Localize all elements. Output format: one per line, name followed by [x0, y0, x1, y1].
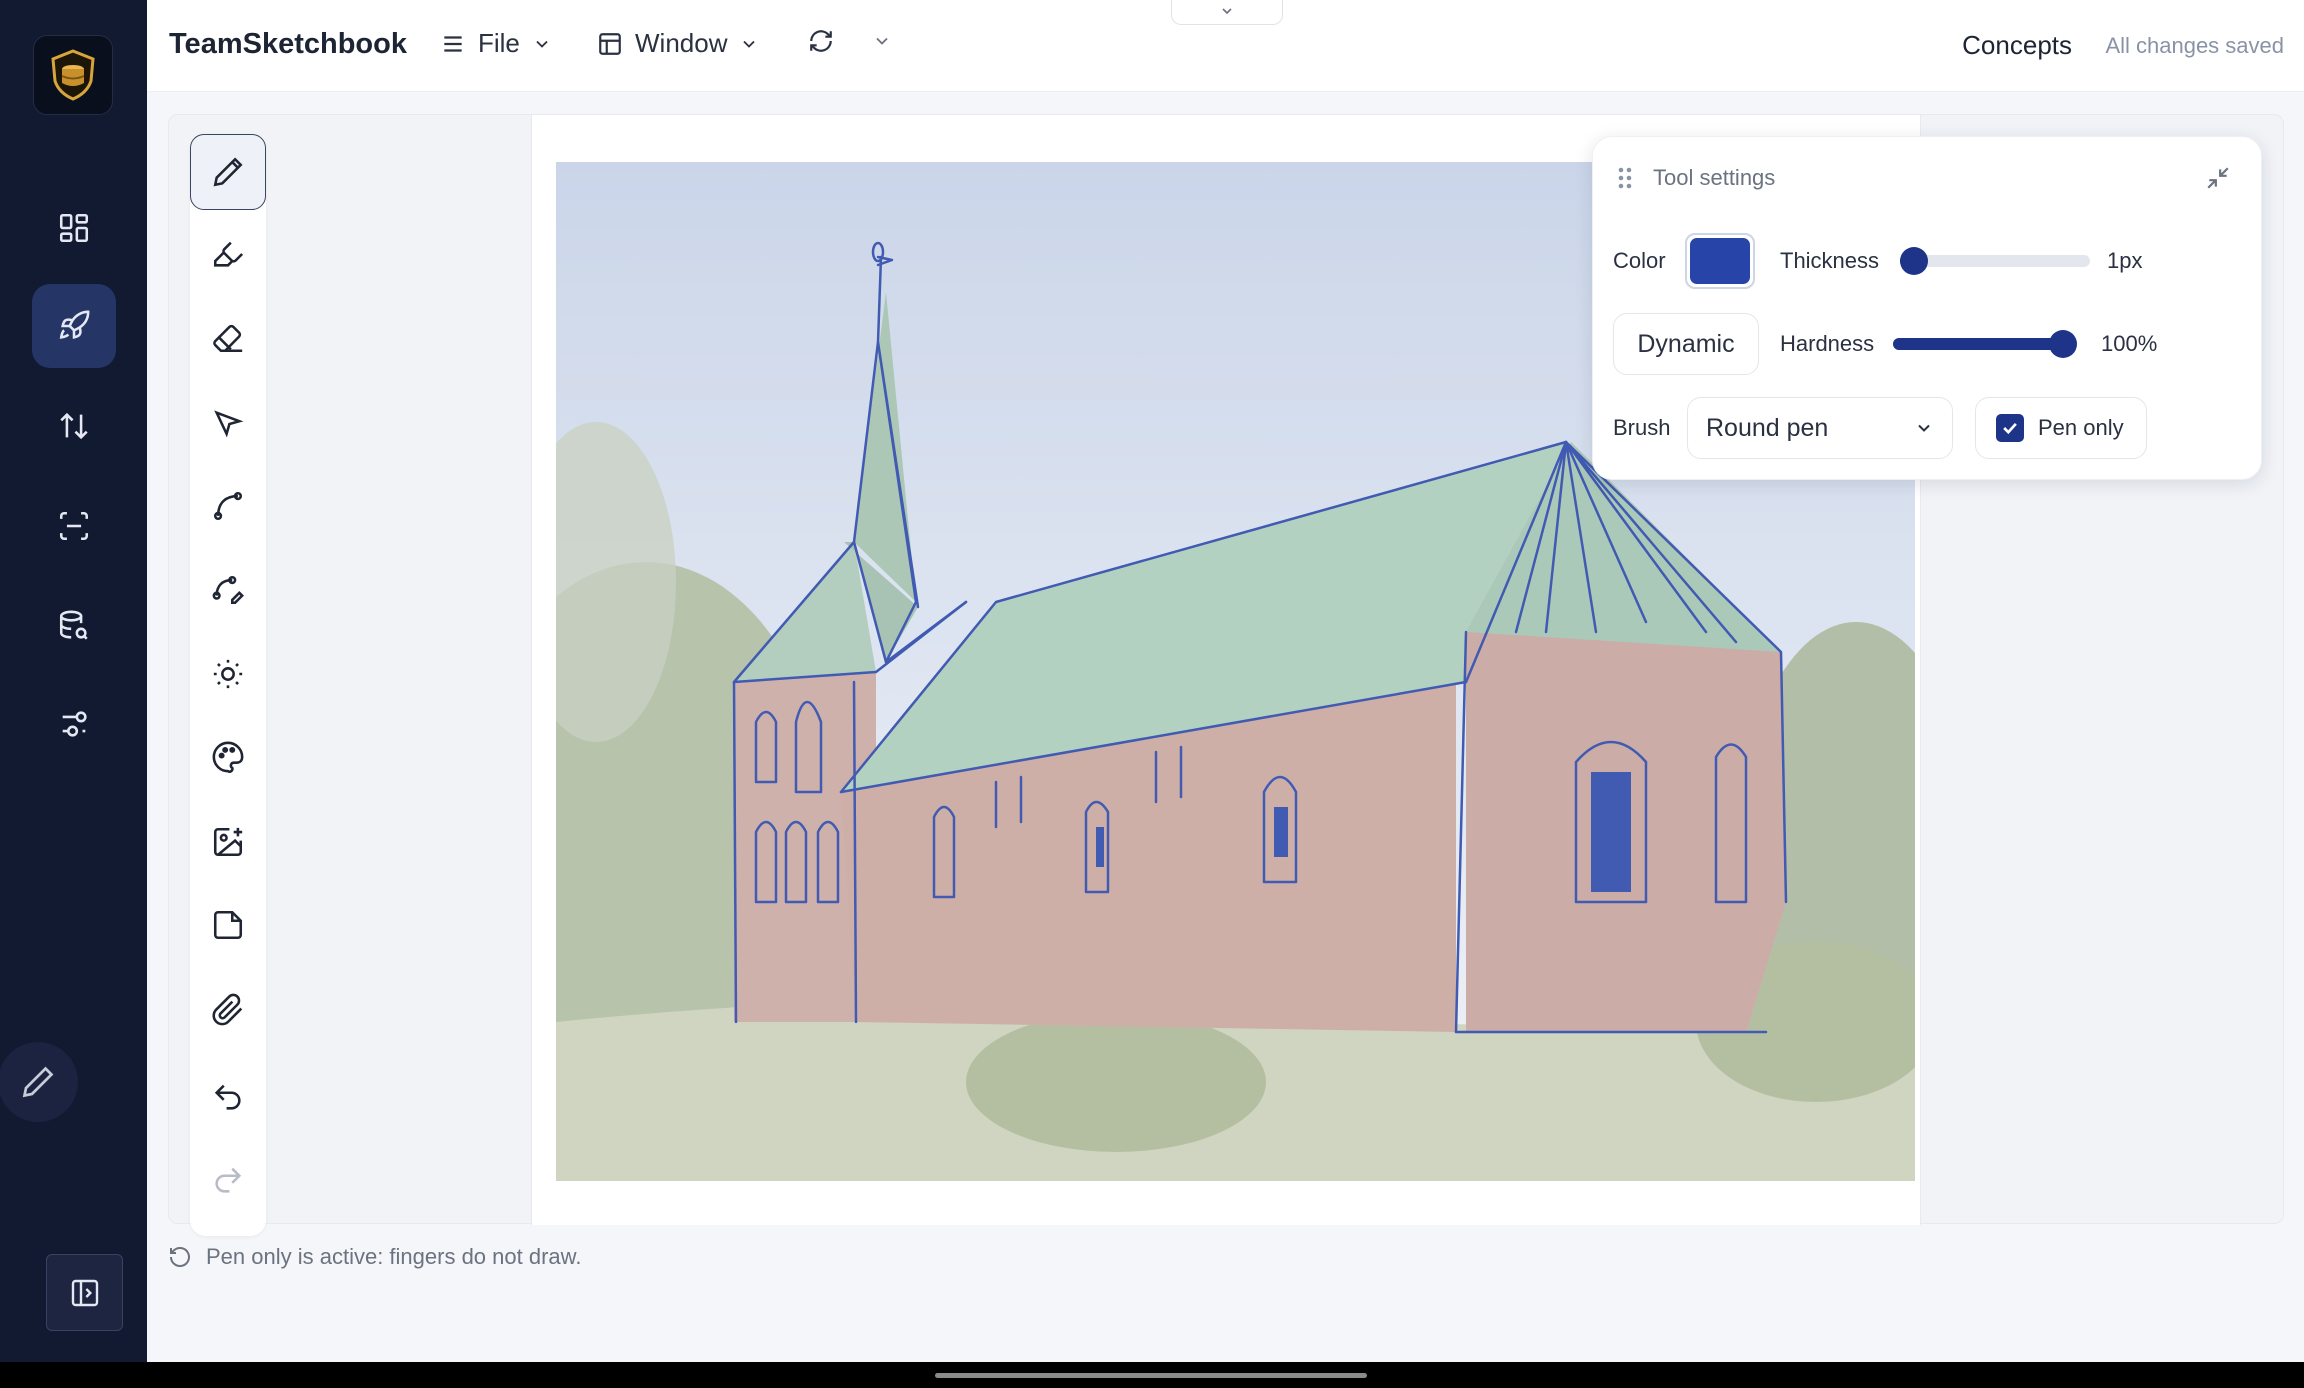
- panel-title: Tool settings: [1653, 165, 1776, 190]
- thickness-slider[interactable]: [1900, 247, 2090, 275]
- sync-button[interactable]: [808, 28, 892, 54]
- rocket-icon: [59, 310, 90, 339]
- palette-tool[interactable]: [190, 719, 266, 795]
- redo-icon: [215, 1167, 242, 1193]
- collapse-panel-button[interactable]: [2205, 165, 2231, 196]
- chevron-down-icon: [743, 40, 756, 48]
- chevron-down-icon: [536, 40, 548, 48]
- color-label: Color: [1613, 248, 1666, 273]
- add-image-tool[interactable]: [190, 804, 266, 880]
- pen-icon: [22, 1066, 54, 1098]
- drawing-toolbar: [190, 134, 266, 1236]
- pen-mode-button[interactable]: [0, 1042, 78, 1122]
- pen-only-label: Pen only: [2038, 415, 2124, 440]
- app-window: TeamSketchbook File Window Concepts All …: [0, 0, 2304, 1362]
- left-navigation: [0, 0, 147, 1362]
- sidebar-toggle-button[interactable]: [46, 1254, 123, 1331]
- drag-handle-icon[interactable]: [1615, 165, 1635, 191]
- pencil-tool[interactable]: [190, 134, 266, 210]
- undo-icon: [214, 1084, 241, 1110]
- pull-down-tab[interactable]: [1171, 0, 1283, 25]
- layout-icon: [599, 32, 621, 55]
- curve-edit-icon: [212, 575, 244, 605]
- hardness-slider-knob[interactable]: [2049, 330, 2077, 358]
- project-name[interactable]: Concepts: [1962, 30, 2072, 61]
- tool-settings-panel: Tool settings Color Thickness 1px Dynami…: [1592, 136, 2262, 480]
- eraser-tool[interactable]: [190, 300, 266, 376]
- hardness-value: 100%: [2101, 331, 2158, 356]
- nav-transfer[interactable]: [32, 384, 116, 468]
- nav-dashboard[interactable]: [32, 186, 116, 270]
- chevron-down-icon: [1222, 8, 1232, 15]
- select-pointer-tool[interactable]: [190, 386, 266, 462]
- thickness-value: 1px: [2107, 248, 2143, 273]
- window-menu[interactable]: Window: [597, 28, 759, 59]
- sidebar-toggle-icon: [71, 1279, 98, 1306]
- pointer-icon: [214, 410, 244, 438]
- rotate-ccw-icon: [170, 1247, 190, 1267]
- color-swatch-fill: [1690, 238, 1750, 284]
- pencil-icon: [213, 157, 243, 187]
- dynamic-button[interactable]: Dynamic: [1613, 313, 1759, 375]
- shield-logo-icon: [51, 49, 95, 101]
- color-swatch[interactable]: [1685, 233, 1755, 289]
- window-menu-label: Window: [635, 28, 728, 58]
- status-bar: Pen only is active: fingers do not draw.: [168, 1244, 581, 1270]
- home-indicator-bar: [0, 1362, 2304, 1388]
- chevron-down-icon[interactable]: [872, 31, 892, 51]
- hardness-label: Hardness: [1780, 331, 1875, 356]
- dynamic-button-label: Dynamic: [1637, 329, 1735, 358]
- highlighter-icon: [213, 241, 244, 267]
- paperclip-icon: [212, 993, 243, 1026]
- hardness-slider[interactable]: [1893, 330, 2077, 358]
- thickness-slider-knob[interactable]: [1900, 247, 1928, 275]
- sticky-note-tool[interactable]: [190, 887, 266, 963]
- checkmark-icon: [2003, 422, 2017, 435]
- pen-only-checkbox[interactable]: [1996, 414, 2024, 442]
- minimize-icon: [2207, 167, 2229, 189]
- hardness-slider-fill: [1893, 338, 2063, 350]
- refresh-icon: [810, 30, 832, 52]
- image-plus-icon: [213, 827, 243, 857]
- database-search-icon: [59, 610, 88, 640]
- app-title: TeamSketchbook: [169, 28, 407, 60]
- sliders-icon: [62, 711, 87, 737]
- curve-edit-tool[interactable]: [190, 552, 266, 628]
- sort-arrows-icon: [60, 412, 88, 440]
- undo-tool[interactable]: [190, 1059, 266, 1135]
- highlighter-tool[interactable]: [190, 216, 266, 292]
- scan-icon: [59, 511, 89, 541]
- palette-icon: [212, 741, 244, 773]
- curve-tool[interactable]: [190, 468, 266, 544]
- file-menu-label: File: [478, 28, 520, 58]
- nav-launch[interactable]: [32, 284, 116, 368]
- brush-label: Brush: [1613, 415, 1671, 440]
- sticky-note-icon: [213, 910, 243, 940]
- pen-only-toggle[interactable]: Pen only: [1975, 397, 2147, 459]
- app-logo[interactable]: [33, 35, 113, 115]
- attachment-tool[interactable]: [190, 972, 266, 1048]
- eraser-icon: [213, 324, 243, 353]
- chevron-down-icon: [1918, 424, 1930, 432]
- nav-database[interactable]: [32, 584, 116, 668]
- top-header: TeamSketchbook File Window Concepts All …: [147, 0, 2304, 92]
- redo-tool[interactable]: [190, 1142, 266, 1218]
- file-menu[interactable]: File: [440, 28, 552, 59]
- panel-header[interactable]: Tool settings: [1615, 165, 1775, 191]
- save-status: All changes saved: [2105, 33, 2284, 58]
- curve-icon: [213, 491, 243, 521]
- home-indicator[interactable]: [935, 1373, 1367, 1378]
- brightness-tool[interactable]: [190, 636, 266, 712]
- status-message: Pen only is active: fingers do not draw.: [206, 1244, 582, 1269]
- brush-select[interactable]: Round pen: [1687, 397, 1953, 459]
- thickness-label: Thickness: [1780, 248, 1880, 273]
- nav-settings[interactable]: [32, 682, 116, 766]
- hamburger-icon: [444, 35, 462, 52]
- nav-scan[interactable]: [32, 484, 116, 568]
- dashboard-icon: [59, 213, 89, 243]
- brush-select-value: Round pen: [1706, 413, 1829, 442]
- sun-icon: [213, 659, 243, 689]
